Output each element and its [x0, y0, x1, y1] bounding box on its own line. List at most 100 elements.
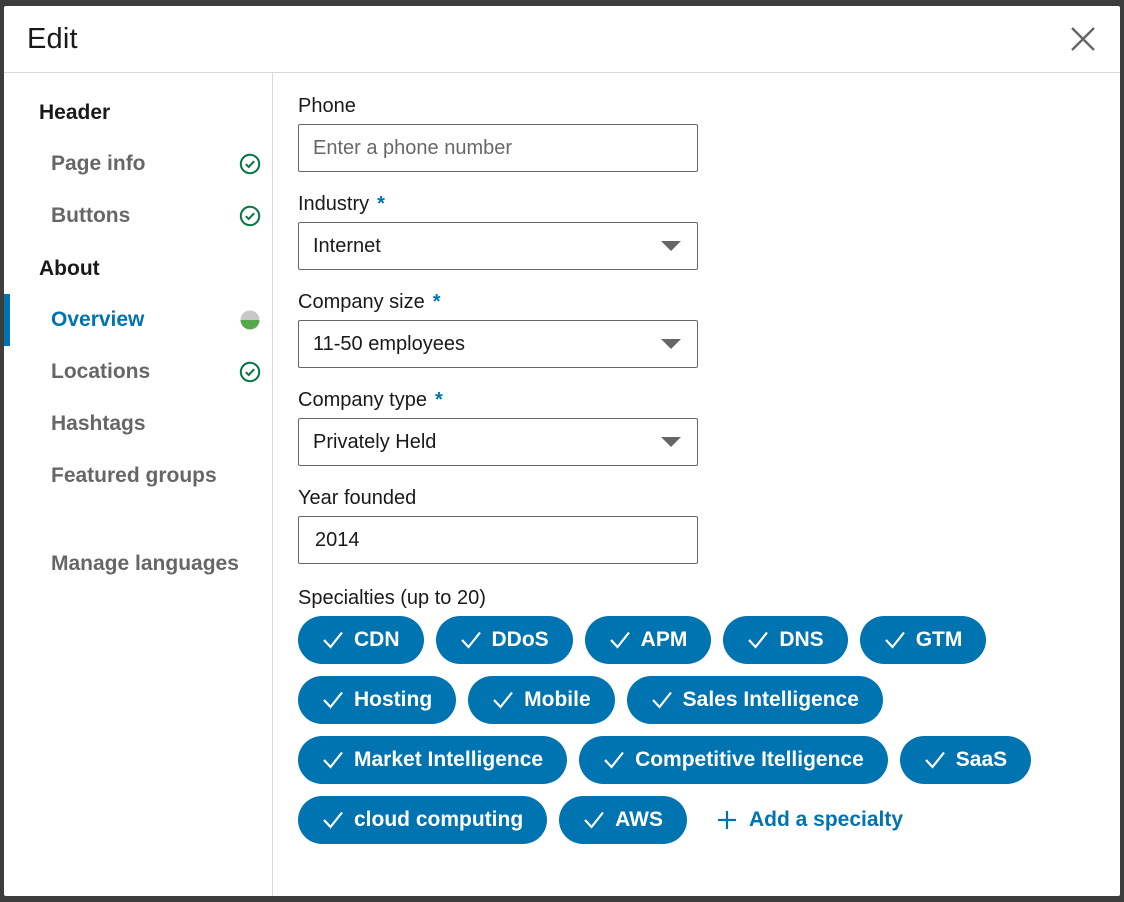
sidebar-nav: Header Page info Buttons About Overview — [4, 73, 273, 896]
specialty-chip[interactable]: APM — [584, 616, 712, 664]
add-specialty-button[interactable]: Add a specialty — [717, 808, 903, 832]
sidebar-item-hashtags[interactable]: Hashtags — [4, 404, 273, 444]
phone-field-wrapper — [298, 124, 698, 172]
check-circle-icon — [239, 153, 261, 175]
required-asterisk: * — [377, 193, 385, 215]
specialty-chip[interactable]: Sales Intelligence — [626, 676, 883, 724]
sidebar-item-label: Hashtags — [51, 412, 146, 435]
year-founded-field-wrapper — [298, 516, 698, 564]
checkmark-icon — [322, 690, 344, 710]
year-founded-label-text: Year founded — [298, 487, 417, 509]
chip-label: cloud computing — [354, 808, 524, 831]
company-type-label: Company type * — [298, 389, 443, 412]
edit-modal: Edit Header Page info Buttons About Over… — [4, 6, 1120, 896]
chip-label: SaaS — [955, 748, 1008, 771]
caret-down-icon — [661, 339, 681, 349]
chip-label: Market Intelligence — [354, 748, 544, 771]
overview-form: Phone Industry * Internet Company size * 1… — [298, 73, 1120, 896]
checkmark-icon — [322, 810, 344, 830]
checkmark-icon — [884, 630, 906, 650]
chip-label: Mobile — [524, 688, 591, 711]
sidebar-item-label: Page info — [51, 152, 146, 175]
caret-down-icon — [661, 241, 681, 251]
checkmark-icon — [924, 750, 946, 770]
specialty-chip[interactable]: CDN — [298, 616, 424, 664]
chip-row: Market Intelligence Competitive Itellige… — [298, 736, 1078, 784]
specialty-chip[interactable]: SaaS — [899, 736, 1032, 784]
company-type-selected-value: Privately Held — [313, 430, 437, 453]
close-icon — [1071, 27, 1095, 51]
company-size-label-text: Company size — [298, 291, 425, 313]
modal-header: Edit — [4, 6, 1120, 73]
modal-body: Header Page info Buttons About Overview — [4, 73, 1120, 896]
modal-title: Edit — [27, 22, 78, 55]
year-founded-input[interactable] — [315, 528, 697, 552]
close-button[interactable] — [1066, 22, 1100, 56]
sidebar-item-label: Buttons — [51, 204, 131, 227]
checkmark-icon — [322, 630, 344, 650]
phone-label-text: Phone — [298, 95, 356, 117]
checkmark-icon — [322, 750, 344, 770]
chip-label: APM — [640, 628, 688, 651]
chip-label: DNS — [779, 628, 824, 651]
phone-input[interactable] — [313, 136, 697, 160]
specialty-chip[interactable]: DNS — [723, 616, 848, 664]
chip-row: CDN DDoS APM DNS GTM — [298, 616, 1078, 664]
company-size-select[interactable]: 11-50 employees — [298, 320, 698, 368]
sidebar-item-locations[interactable]: Locations — [4, 352, 273, 392]
company-type-select[interactable]: Privately Held — [298, 418, 698, 466]
sidebar-item-featured-groups[interactable]: Featured groups — [4, 456, 273, 496]
required-asterisk: * — [434, 389, 443, 411]
specialties-label-text: Specialties (up to 20) — [298, 587, 486, 609]
sidebar-item-overview[interactable]: Overview — [4, 294, 273, 346]
specialty-chip[interactable]: AWS — [559, 796, 687, 844]
phone-label: Phone — [298, 95, 356, 118]
specialty-chip[interactable]: Mobile — [468, 676, 615, 724]
chip-label: Competitive Itelligence — [635, 748, 864, 771]
check-circle-icon — [239, 361, 261, 383]
checkmark-icon — [651, 690, 673, 710]
chip-label: GTM — [915, 628, 963, 651]
checkmark-icon — [492, 690, 514, 710]
specialty-chip[interactable]: Competitive Itelligence — [579, 736, 888, 784]
sidebar-item-label: Locations — [51, 360, 151, 383]
chip-label: AWS — [615, 808, 663, 831]
industry-label-text: Industry — [298, 193, 370, 215]
half-circle-icon — [239, 309, 261, 331]
checkmark-icon — [583, 810, 605, 830]
specialty-chip[interactable]: Hosting — [298, 676, 457, 724]
company-size-selected-value: 11-50 employees — [313, 332, 465, 355]
plus-icon — [717, 810, 737, 830]
chip-row: Hosting Mobile Sales Intelligence — [298, 676, 1078, 724]
specialty-chip[interactable]: DDoS — [435, 616, 573, 664]
specialty-chip[interactable]: GTM — [859, 616, 987, 664]
industry-selected-value: Internet — [313, 234, 381, 257]
specialty-chip[interactable]: Market Intelligence — [298, 736, 568, 784]
checkmark-icon — [747, 630, 769, 650]
sidebar-item-label: Featured groups — [51, 464, 217, 487]
specialty-chip[interactable]: cloud computing — [298, 796, 548, 844]
chip-row: cloud computing AWS Add a specialty — [298, 796, 1078, 844]
chip-label: Hosting — [354, 688, 433, 711]
chip-label: DDoS — [491, 628, 549, 651]
specialties-label: Specialties (up to 20) — [298, 587, 486, 610]
required-asterisk: * — [432, 291, 441, 313]
sidebar-item-manage-languages[interactable]: Manage languages — [4, 544, 273, 584]
sidebar-item-label: Overview — [51, 308, 145, 331]
nav-heading-header: Header — [39, 101, 111, 124]
industry-label: Industry * — [298, 193, 385, 216]
nav-heading-about: About — [39, 257, 100, 280]
sidebar-item-label: Manage languages — [51, 552, 239, 575]
check-circle-icon — [239, 205, 261, 227]
checkmark-icon — [603, 750, 625, 770]
sidebar-item-buttons[interactable]: Buttons — [4, 196, 273, 236]
industry-select[interactable]: Internet — [298, 222, 698, 270]
chip-label: Sales Intelligence — [682, 688, 859, 711]
checkmark-icon — [460, 630, 482, 650]
specialties-chip-list: CDN DDoS APM DNS GTM Hosting Mobile Sale… — [298, 616, 1078, 856]
company-size-label: Company size * — [298, 291, 441, 314]
year-founded-label: Year founded — [298, 487, 416, 510]
chip-label: CDN — [354, 628, 400, 651]
sidebar-item-page-info[interactable]: Page info — [4, 144, 273, 184]
company-type-label-text: Company type — [298, 389, 427, 411]
